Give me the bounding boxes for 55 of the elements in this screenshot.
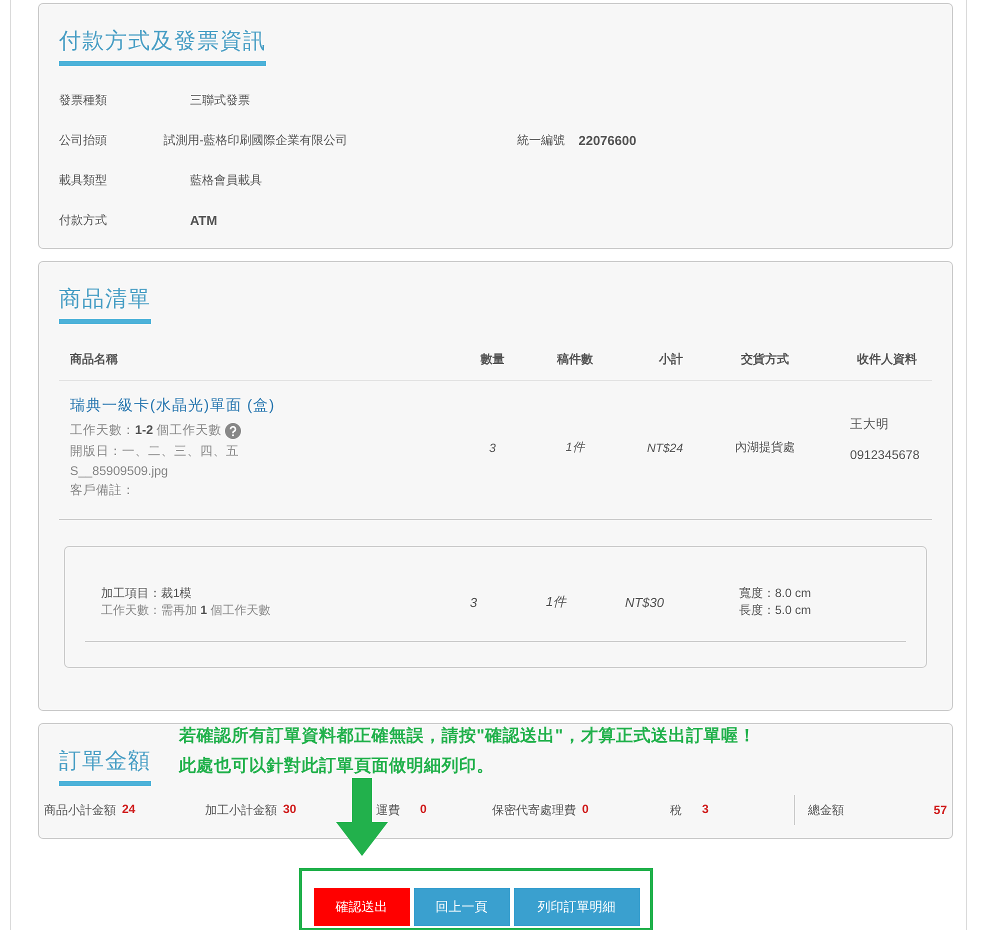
- amount-label: 商品小計金額: [44, 802, 116, 818]
- table-cell: 長度：5.0 cm: [739, 602, 812, 619]
- table-cell: 0912345678: [850, 448, 920, 462]
- field-value: 藍格會員載具: [190, 172, 263, 188]
- amount-value: 30: [283, 802, 296, 818]
- column-header: 稿件數: [556, 350, 594, 368]
- action-button[interactable]: 回上一頁: [414, 888, 510, 926]
- product-detail: 客戶備註：: [70, 482, 135, 499]
- field-label: 統一編號: [517, 132, 566, 148]
- field-label: 付款方式: [59, 212, 108, 228]
- processing-detail: 加工項目：裁1模: [101, 585, 193, 602]
- help-icon: [224, 422, 241, 438]
- table-cell-text: 1件: [564, 439, 586, 456]
- field-value: 三聯式發票: [190, 92, 251, 108]
- table-cell-text: 3: [468, 594, 478, 610]
- column-header: 交貨方式: [740, 350, 790, 368]
- section-title: 付款方式及發票資訊: [59, 26, 266, 66]
- table-cell-text: NT$24: [646, 440, 684, 454]
- field-value: 22076600: [578, 132, 638, 148]
- product-detail: S__85909509.jpg: [70, 464, 168, 478]
- table-cell: 寬度：8.0 cm: [739, 585, 812, 602]
- processing-detail: 工作天數：需再加 1 個工作天數: [101, 602, 272, 619]
- column-header: 數量: [479, 350, 506, 368]
- field-value: 試測用-藍格印刷國際企業有限公司: [164, 132, 349, 148]
- column-header: 商品名稱: [69, 350, 119, 368]
- table-cell-text: 3: [488, 440, 497, 454]
- column-header: 收件人資料: [856, 350, 918, 368]
- amount-label: 加工小計金額: [205, 802, 277, 818]
- amount-label: 運費: [376, 802, 400, 818]
- product-detail: 工作天數：1-2 個工作天數: [70, 422, 222, 439]
- table-cell-text: 1件: [544, 593, 568, 611]
- amount-label: 稅: [670, 802, 682, 818]
- amount-value: 0: [582, 802, 589, 818]
- section-title: 訂單金額: [59, 746, 151, 786]
- amount-label: 保密代寄處理費: [492, 802, 576, 818]
- section-title: 商品清單: [59, 284, 151, 324]
- amount-value: 0: [420, 802, 427, 818]
- table-cell-text: 內湖提貨處: [734, 439, 796, 456]
- action-button[interactable]: 列印訂單明細: [514, 888, 640, 926]
- field-label: 載具類型: [59, 172, 108, 188]
- down-arrow-icon: [336, 778, 388, 856]
- table-cell-text: NT$30: [624, 594, 665, 610]
- amount-value: 3: [702, 802, 709, 818]
- field-value: ATM: [190, 212, 218, 228]
- annotation-text: 若確認所有訂單資料都正確無誤，請按"確認送出"，才算正式送出訂單喔！ 此處也可以針對此訂單頁面做明細列印。: [179, 725, 756, 777]
- action-button[interactable]: 確認送出: [314, 888, 410, 926]
- column-header: 小計: [658, 350, 684, 368]
- product-link[interactable]: 瑞典一級卡(水晶光)單面 (盒): [70, 396, 445, 415]
- field-label: 發票種類: [59, 92, 108, 108]
- table-cell: 王大明: [850, 416, 889, 432]
- amount-label: 總金額: [808, 802, 844, 818]
- field-label: 公司抬頭: [59, 132, 108, 148]
- amount-value: 57: [934, 803, 947, 817]
- amount-value: 24: [122, 802, 136, 818]
- product-detail: 開版日：一、二、三、四、五: [70, 443, 239, 460]
